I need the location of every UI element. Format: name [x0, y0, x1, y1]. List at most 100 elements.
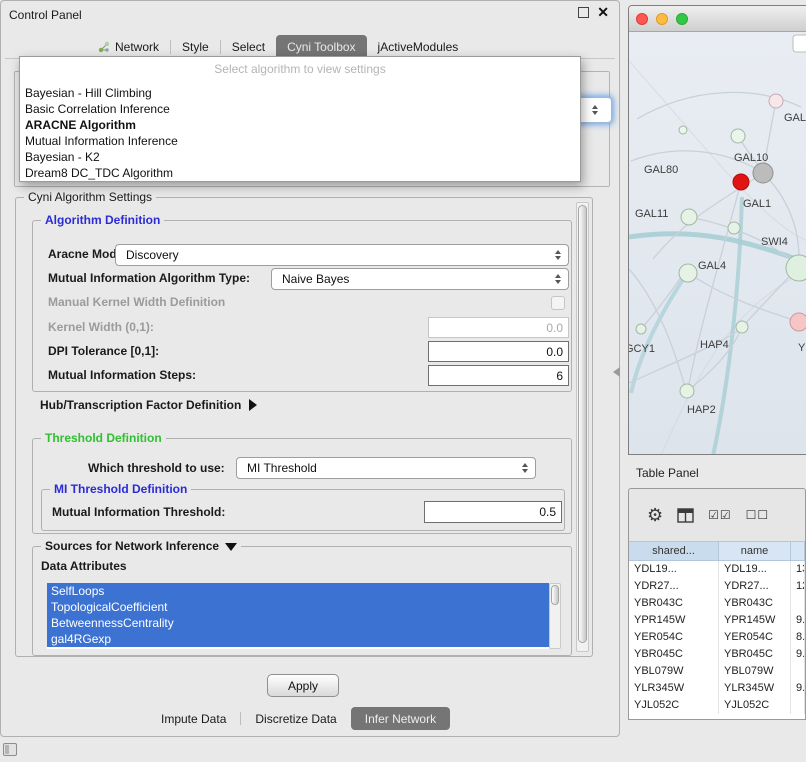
network-node[interactable]	[731, 129, 745, 143]
attributes-scrollbar-thumb[interactable]	[551, 585, 559, 605]
list-item-topologicalcoefficient[interactable]: TopologicalCoefficient	[47, 599, 549, 615]
network-node[interactable]	[790, 313, 806, 331]
settings-scrollbar-track[interactable]	[576, 202, 589, 652]
dropdown-item-mutual-information[interactable]: Mutual Information Inference	[23, 133, 577, 149]
network-node[interactable]	[728, 222, 740, 234]
dropdown-placeholder: Select algorithm to view settings	[20, 60, 580, 78]
columns-icon[interactable]	[677, 508, 694, 523]
tab-label: Style	[182, 40, 209, 54]
list-item-betweennesscentrality[interactable]: BetweennessCentrality	[47, 615, 549, 631]
table-row[interactable]: YBR045CYBR045C9.	[629, 646, 805, 663]
table-body: YDL19...YDL19...13 YDR27...YDR27...12 YB…	[629, 561, 805, 719]
select-all-columns-icon[interactable]: ☑☑	[708, 508, 732, 522]
node-label: Y	[798, 342, 806, 354]
cell: YER054C	[719, 629, 791, 646]
network-node-gcy1[interactable]	[636, 324, 646, 334]
list-item-gal4rgexp[interactable]: gal4RGexp	[47, 631, 549, 647]
table-row[interactable]: YLR345WYLR345W9.	[629, 680, 805, 697]
table-row[interactable]: YDR27...YDR27...12	[629, 578, 805, 595]
close-icon[interactable]: ✕	[597, 7, 609, 18]
cyni-algorithm-settings-group: Cyni Algorithm Settings Algorithm Defini…	[15, 197, 593, 657]
table-panel: ⚙ ☑☑ ☐☐ shared... name YDL19...YDL19...1…	[628, 488, 806, 720]
table-row[interactable]: YBL079WYBL079W	[629, 663, 805, 680]
manual-kernel-width-checkbox[interactable]	[551, 296, 565, 310]
mi-threshold-definition-title: MI Threshold Definition	[50, 482, 191, 496]
zoom-button[interactable]	[676, 13, 688, 25]
data-attributes-list: SelfLoops TopologicalCoefficient Between…	[47, 583, 549, 649]
hub-definition-expander[interactable]: Hub/Transcription Factor Definition	[40, 398, 257, 412]
close-button[interactable]	[636, 13, 648, 25]
cell: YBR043C	[629, 595, 719, 612]
mi-algorithm-type-value: Naive Bayes	[282, 272, 349, 286]
which-threshold-value: MI Threshold	[247, 461, 317, 475]
cell: YDR27...	[629, 578, 719, 595]
tab-label: Select	[232, 40, 265, 54]
network-view-window: GAL GAL80 GAL10 GAL11 GAL1 SWI4 GAL4 GCY…	[628, 5, 806, 455]
mi-threshold-input[interactable]	[424, 501, 562, 523]
table-row[interactable]: YJL052CYJL052C	[629, 697, 805, 714]
cell: YPR145W	[629, 612, 719, 629]
splitter-collapse-arrow[interactable]	[613, 367, 620, 377]
cell: YDL19...	[719, 561, 791, 578]
network-node[interactable]	[769, 94, 783, 108]
tab-impute-data[interactable]: Impute Data	[147, 707, 240, 730]
dropdown-item-dream8[interactable]: Dream8 DC_TDC Algorithm	[23, 165, 577, 181]
dpi-tolerance-input[interactable]	[428, 341, 569, 362]
control-panel-window: Control Panel ✕ Network Style Se	[0, 0, 620, 737]
view-toolbar-chip[interactable]	[793, 35, 806, 52]
panel-corner-icon[interactable]	[3, 743, 17, 756]
tab-discretize-data[interactable]: Discretize Data	[241, 707, 350, 730]
gear-icon[interactable]: ⚙	[647, 506, 663, 524]
table-row[interactable]: YDL19...YDL19...13	[629, 561, 805, 578]
node-label: GAL1	[743, 198, 771, 210]
tab-infer-network[interactable]: Infer Network	[351, 707, 450, 730]
cell: 8.	[791, 629, 805, 646]
node-label: GCY1	[629, 343, 655, 355]
column-header-shared-name[interactable]: shared...	[629, 541, 719, 561]
dropdown-item-basic-correlation[interactable]: Basic Correlation Inference	[23, 101, 577, 117]
threshold-definition-group: Threshold Definition Which threshold to …	[32, 438, 572, 534]
settings-scrollbar-thumb[interactable]	[578, 205, 587, 643]
dropdown-item-aracne[interactable]: ARACNE Algorithm	[23, 117, 577, 133]
cell: YBL079W	[719, 663, 791, 680]
network-node-hap2[interactable]	[680, 384, 694, 398]
table-row[interactable]: YBR043CYBR043C	[629, 595, 805, 612]
deselect-all-columns-icon[interactable]: ☐☐	[746, 508, 770, 522]
list-item-selfloops[interactable]: SelfLoops	[47, 583, 549, 599]
desktop: Control Panel ✕ Network Style Se	[0, 0, 806, 762]
dropdown-item-bayesian-hill-climbing[interactable]: Bayesian - Hill Climbing	[23, 85, 577, 101]
network-canvas[interactable]: GAL GAL80 GAL10 GAL11 GAL1 SWI4 GAL4 GCY…	[629, 32, 806, 455]
table-row[interactable]: YPR145WYPR145W9.	[629, 612, 805, 629]
mi-steps-input[interactable]	[428, 365, 569, 386]
which-threshold-combobox[interactable]: MI Threshold	[236, 457, 536, 479]
network-node[interactable]	[736, 321, 748, 333]
aracne-mode-combobox[interactable]: Discovery	[115, 244, 569, 266]
attributes-scrollbar-track[interactable]	[549, 583, 561, 649]
network-node-gal10[interactable]	[753, 163, 773, 183]
minimize-button[interactable]	[656, 13, 668, 25]
node-label: GAL	[784, 112, 806, 124]
mi-threshold-definition-group: MI Threshold Definition Mutual Informati…	[41, 489, 565, 531]
cell: YPR145W	[719, 612, 791, 629]
cell: YDR27...	[719, 578, 791, 595]
cell: YBR045C	[629, 646, 719, 663]
apply-button[interactable]: Apply	[267, 674, 339, 697]
network-node-gal4[interactable]	[679, 264, 697, 282]
dropdown-item-bayesian-k2[interactable]: Bayesian - K2	[23, 149, 577, 165]
kernel-width-input[interactable]	[428, 317, 569, 338]
node-label: HAP4	[700, 339, 729, 351]
mi-algorithm-type-combobox[interactable]: Naive Bayes	[271, 268, 569, 290]
node-label: GAL80	[644, 164, 678, 176]
table-row[interactable]: YER054CYER054C8.	[629, 629, 805, 646]
network-node-gal1-selected[interactable]	[733, 174, 749, 190]
collapse-arrow-icon[interactable]	[225, 543, 237, 551]
network-node[interactable]	[679, 126, 687, 134]
node-label: GAL11	[635, 208, 668, 220]
mi-algorithm-type-label: Mutual Information Algorithm Type:	[48, 271, 250, 285]
column-header-name[interactable]: name	[719, 541, 791, 561]
node-label: HAP2	[687, 404, 716, 416]
network-node-gal11[interactable]	[681, 209, 697, 225]
float-window-icon[interactable]	[578, 7, 589, 18]
column-header-clipped[interactable]	[791, 541, 805, 561]
sources-group: Sources for Network Inference Data Attri…	[32, 546, 572, 656]
